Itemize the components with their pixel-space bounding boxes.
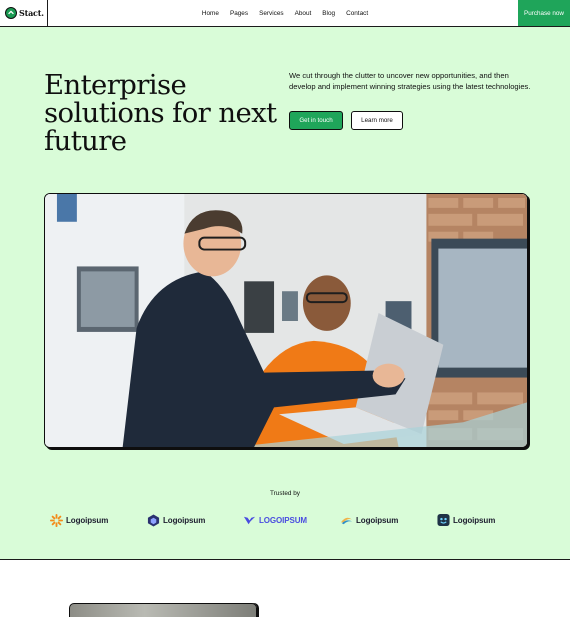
nav-home[interactable]: Home bbox=[202, 10, 219, 17]
partner-logo-5[interactable]: Logoipsum bbox=[437, 512, 495, 528]
partner-logo-text: Logoipsum bbox=[356, 515, 399, 525]
partner-logo-4[interactable]: Logoipsum bbox=[340, 512, 398, 528]
hero-title: Enterprise solutions for next future bbox=[44, 69, 277, 157]
learn-more-button[interactable]: Learn more bbox=[351, 111, 403, 130]
partner-logo-text: Logoipsum bbox=[163, 515, 206, 525]
trusted-by-label: Trusted by bbox=[270, 490, 300, 497]
swoosh-icon bbox=[340, 514, 353, 527]
site-header: Stact. Home Pages Services About Blog Co… bbox=[0, 0, 570, 27]
next-section bbox=[0, 561, 570, 617]
wing-icon bbox=[243, 514, 256, 527]
main-nav: Home Pages Services About Blog Contact bbox=[0, 0, 570, 26]
partner-logo-text: Logoipsum bbox=[453, 515, 496, 525]
nav-contact[interactable]: Contact bbox=[346, 10, 368, 17]
hexagon-cube-icon bbox=[147, 513, 160, 527]
partner-logo-text: Logoipsum bbox=[66, 515, 109, 525]
nav-about[interactable]: About bbox=[295, 10, 312, 17]
face-square-icon bbox=[437, 513, 450, 527]
partner-logo-2[interactable]: Logoipsum bbox=[147, 512, 205, 528]
section-image bbox=[69, 603, 257, 617]
nav-pages[interactable]: Pages bbox=[230, 10, 248, 17]
nav-services[interactable]: Services bbox=[259, 10, 284, 17]
get-in-touch-button[interactable]: Get in touch bbox=[289, 111, 343, 130]
trusted-logos: Logoipsum Logoipsum LOGOIPSUM Logoipsum … bbox=[0, 512, 570, 528]
nav-blog[interactable]: Blog bbox=[322, 10, 335, 17]
brand-logo[interactable]: Stact. bbox=[0, 0, 48, 26]
hero-description: We cut through the clutter to uncover ne… bbox=[289, 71, 531, 92]
logo-text: Stact. bbox=[19, 8, 44, 18]
purchase-now-button[interactable]: Purchase now bbox=[518, 0, 570, 26]
sun-burst-icon bbox=[50, 513, 63, 527]
partner-logo-text: LOGOIPSUM bbox=[259, 515, 307, 525]
partner-logo-1[interactable]: Logoipsum bbox=[50, 512, 108, 528]
hero-section: Enterprise solutions for next future We … bbox=[0, 27, 570, 560]
hero-photo bbox=[44, 193, 528, 448]
partner-logo-3[interactable]: LOGOIPSUM bbox=[243, 512, 307, 528]
logo-mark-icon bbox=[5, 7, 17, 19]
